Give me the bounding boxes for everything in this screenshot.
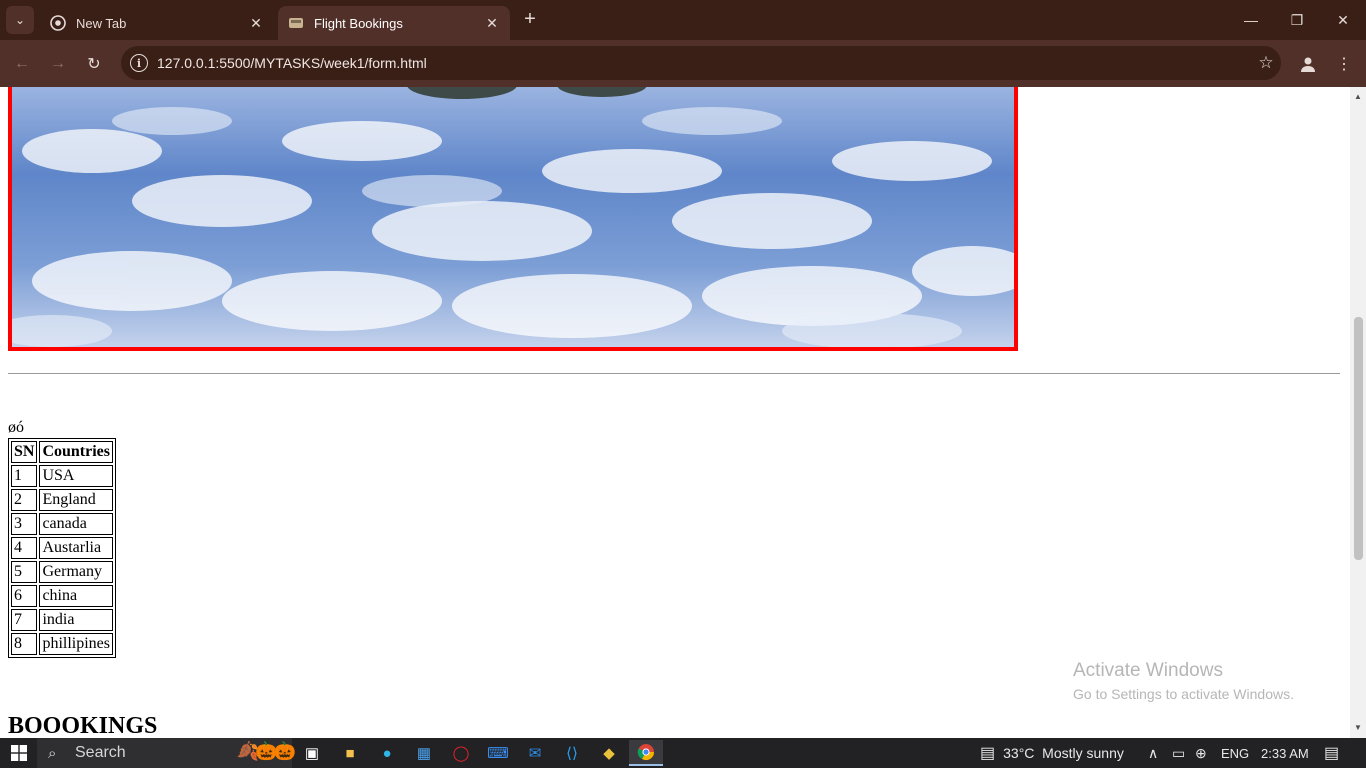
header-sn: SN bbox=[11, 441, 38, 463]
tab-search-chevron-icon[interactable]: ⌄ bbox=[6, 6, 34, 34]
microsoft-store-icon[interactable]: ▦ bbox=[407, 740, 441, 766]
battery-icon[interactable]: ▭ bbox=[1172, 738, 1185, 768]
browser-tab-bar: ⌄ New Tab ✕ Flight Bookings ✕ + — ❐ ✕ bbox=[0, 0, 1366, 40]
language-indicator[interactable]: ENG bbox=[1221, 738, 1249, 768]
cell-country: England bbox=[39, 489, 114, 511]
table-row: 4 Austarlia bbox=[11, 537, 114, 559]
cell-country: USA bbox=[39, 465, 114, 487]
cell-country: canada bbox=[39, 513, 114, 535]
edge-icon[interactable]: ● bbox=[370, 740, 404, 766]
close-window-icon[interactable]: ✕ bbox=[1320, 0, 1366, 40]
cell-sn: 8 bbox=[11, 633, 38, 655]
bookmark-star-icon[interactable]: ☆ bbox=[1251, 53, 1281, 73]
weather-text: 33°C Mostly sunny bbox=[1003, 745, 1124, 761]
browser-toolbar: ← → ↻ i 127.0.0.1:5500/MYTASKS/week1/for… bbox=[0, 40, 1366, 87]
task-view-icon[interactable]: ▣ bbox=[295, 740, 329, 766]
header-countries: Countries bbox=[39, 441, 114, 463]
search-icon: ⌕ bbox=[48, 744, 57, 762]
table-row: 5 Germany bbox=[11, 561, 114, 583]
scroll-up-icon[interactable]: ▲ bbox=[1350, 89, 1366, 105]
page-favicon-icon bbox=[288, 15, 304, 31]
close-tab-icon[interactable]: ✕ bbox=[248, 15, 264, 31]
chrome-taskbar-icon[interactable] bbox=[629, 740, 663, 766]
page-scrollbar[interactable]: ▲ ▼ bbox=[1350, 87, 1366, 738]
table-header-row: SN Countries bbox=[11, 441, 114, 463]
table-row: 2 England bbox=[11, 489, 114, 511]
cell-sn: 1 bbox=[11, 465, 38, 487]
page-viewport: øó SN Countries 1 USA 2 England 3 canada 4A… bbox=[0, 87, 1350, 737]
file-explorer-icon[interactable]: ■ bbox=[333, 740, 367, 766]
scroll-down-icon[interactable]: ▼ bbox=[1350, 720, 1366, 736]
back-arrow-icon[interactable]: ← bbox=[8, 50, 36, 78]
chrome-icon bbox=[50, 15, 66, 31]
git-icon[interactable]: ◆ bbox=[592, 740, 626, 766]
reload-icon[interactable]: ↻ bbox=[80, 50, 108, 78]
minimize-icon[interactable]: — bbox=[1228, 0, 1274, 40]
table-row: 3 canada bbox=[11, 513, 114, 535]
profile-icon[interactable] bbox=[1294, 50, 1322, 78]
close-tab-icon[interactable]: ✕ bbox=[484, 15, 500, 31]
mail-icon[interactable]: ✉ bbox=[518, 740, 552, 766]
cell-sn: 4 bbox=[11, 537, 38, 559]
countries-table: SN Countries 1 USA 2 England 3 canada 4 Aust… bbox=[8, 438, 117, 658]
table-row: 6 china bbox=[11, 585, 114, 607]
tab-title: New Tab bbox=[76, 15, 127, 31]
opera-icon[interactable]: ◯ bbox=[444, 740, 478, 766]
notifications-icon[interactable]: ▤ bbox=[1324, 738, 1339, 768]
weather-widget[interactable]: ▤ 33°C Mostly sunny bbox=[980, 738, 1124, 768]
address-bar[interactable]: i 127.0.0.1:5500/MYTASKS/week1/form.html… bbox=[121, 46, 1281, 80]
clock[interactable]: 2:33 AM bbox=[1261, 738, 1309, 768]
cell-sn: 2 bbox=[11, 489, 38, 511]
horizontal-rule bbox=[8, 373, 1340, 374]
table-row: 7 india bbox=[11, 609, 114, 631]
show-hidden-icons-chevron-icon[interactable]: ∧ bbox=[1148, 738, 1158, 768]
halloween-pumpkins-icon: 🍂🎃🎃 bbox=[236, 741, 296, 761]
bookings-heading: BOOOKINGS bbox=[8, 713, 158, 737]
tab-title: Flight Bookings bbox=[314, 15, 403, 31]
cell-sn: 7 bbox=[11, 609, 38, 631]
cell-country: china bbox=[39, 585, 114, 607]
scroll-thumb[interactable] bbox=[1354, 317, 1363, 560]
vscode-icon[interactable]: ⟨⟩ bbox=[555, 740, 589, 766]
cell-sn: 5 bbox=[11, 561, 38, 583]
taskbar-search[interactable]: ⌕ Search 🍂🎃🎃 bbox=[37, 738, 296, 768]
table-row: 1 USA bbox=[11, 465, 114, 487]
site-info-icon[interactable]: i bbox=[130, 54, 148, 72]
cell-country: india bbox=[39, 609, 114, 631]
tab-flight-bookings[interactable]: Flight Bookings ✕ bbox=[278, 6, 510, 40]
windows-taskbar: ⌕ Search 🍂🎃🎃 ▣ ■ ● ▦ ◯ ⌨ ✉ ⟨⟩ ◆ ▤ 33°C M… bbox=[0, 738, 1366, 768]
url-text[interactable]: 127.0.0.1:5500/MYTASKS/week1/form.html bbox=[157, 55, 1251, 71]
forward-arrow-icon[interactable]: → bbox=[44, 50, 72, 78]
new-tab-plus-icon[interactable]: + bbox=[518, 8, 542, 32]
network-globe-icon[interactable]: ⊕ bbox=[1195, 738, 1207, 768]
activate-windows-watermark: Activate Windows Go to Settings to activ… bbox=[1073, 660, 1294, 702]
search-placeholder: Search bbox=[75, 744, 126, 761]
table-row: 8 phillipines bbox=[11, 633, 114, 655]
garbled-text: øó bbox=[8, 419, 24, 436]
windows-start-icon[interactable] bbox=[0, 738, 37, 768]
more-menu-icon[interactable]: ⋮ bbox=[1330, 50, 1358, 78]
tab-new-tab[interactable]: New Tab ✕ bbox=[40, 6, 274, 40]
weather-icon: ▤ bbox=[980, 745, 996, 762]
watermark-title: Activate Windows bbox=[1073, 660, 1223, 681]
keyboard-app-icon[interactable]: ⌨ bbox=[481, 740, 515, 766]
cell-country: Germany bbox=[39, 561, 114, 583]
cell-country: phillipines bbox=[39, 633, 114, 655]
cell-sn: 6 bbox=[11, 585, 38, 607]
hero-sky-image bbox=[8, 87, 1018, 351]
cell-country: Austarlia bbox=[39, 537, 114, 559]
watermark-subtitle: Go to Settings to activate Windows. bbox=[1073, 686, 1294, 702]
cell-sn: 3 bbox=[11, 513, 38, 535]
restore-icon[interactable]: ❐ bbox=[1274, 0, 1320, 40]
